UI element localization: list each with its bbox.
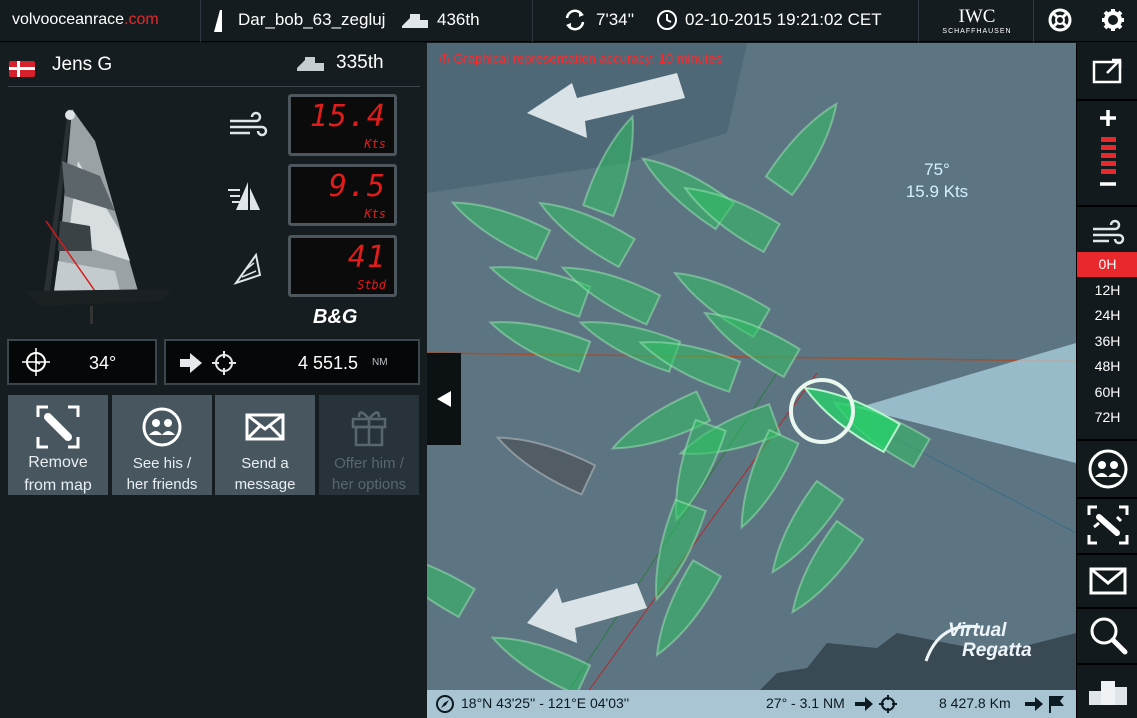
divider: [918, 0, 919, 42]
wind-speed-display: 15.4 Kts: [288, 94, 397, 156]
friends-icon: [142, 407, 182, 447]
timeline-48h[interactable]: 48H: [1077, 354, 1137, 379]
wind-icon: [226, 109, 270, 145]
game-datetime: 02-10-2015 19:21:02 CET: [685, 10, 882, 29]
timeline-60h[interactable]: 60H: [1077, 380, 1137, 405]
gift-icon: [351, 411, 387, 447]
plus-icon: [1100, 110, 1116, 126]
podium-icon: [400, 0, 430, 42]
external-link-icon: [1092, 58, 1122, 84]
divider: [1077, 663, 1137, 665]
divider: [1077, 497, 1137, 499]
wind-toggle-button[interactable]: [1077, 219, 1137, 249]
wind-readout: 75° 15.9 Kts: [897, 159, 977, 203]
boat-name: Dar_bob_63_zegluj: [238, 10, 386, 29]
center-boat-button[interactable]: [1077, 503, 1137, 547]
player-rank: 436th: [437, 10, 480, 29]
timeline-0h[interactable]: 0H: [1077, 252, 1137, 277]
heading-box: 34°: [7, 339, 157, 385]
virtual-regatta-logo: Virtual Regatta: [920, 621, 1032, 662]
sail-angle-display: 41 Stbd: [288, 235, 397, 297]
distance-box: 4 551.5 NM: [164, 339, 420, 385]
minus-icon: [1100, 182, 1116, 186]
help-lifebuoy-icon[interactable]: [1047, 0, 1073, 42]
player-name: Jens G: [52, 54, 113, 75]
wind-speed: 15.9 Kts: [905, 182, 969, 201]
refresh-countdown: 7'34'': [596, 10, 635, 29]
arrow-target-icon: [854, 693, 902, 718]
fullscreen-remove-icon: [36, 405, 80, 449]
search-icon: [1090, 617, 1128, 655]
divider: [1077, 439, 1137, 441]
denmark-flag-icon: [9, 61, 35, 77]
map-canvas: [427, 43, 1076, 693]
send-message-button[interactable]: Send a message: [215, 395, 315, 495]
divider: [1033, 0, 1034, 42]
map-toolbar: 0H 12H 24H 36H 48H 60H 72H: [1076, 43, 1137, 718]
collapse-panel-button[interactable]: [427, 353, 461, 445]
boat-image: [20, 101, 180, 326]
divider: [532, 0, 533, 42]
search-button[interactable]: [1077, 613, 1137, 657]
wind-angle: 75°: [924, 160, 950, 179]
leaderboard-button[interactable]: [1077, 671, 1137, 711]
divider: [8, 86, 420, 87]
remove-from-map-button[interactable]: Remove from map: [8, 395, 108, 495]
divider: [1077, 553, 1137, 555]
bg-instrument-logo: B&G: [313, 306, 358, 328]
cursor-coordinates: 18°N 43'25'' - 121°E 04'03'': [461, 695, 630, 711]
zoom-level-indicator: [1077, 135, 1137, 175]
compass-small-icon: [435, 694, 455, 717]
timeline-12h[interactable]: 12H: [1077, 278, 1137, 303]
settings-gear-icon[interactable]: [1100, 0, 1126, 42]
friends-icon: [1088, 449, 1128, 489]
distance-unit: NM: [372, 357, 388, 368]
arrow-flag-icon: [1024, 693, 1070, 718]
timeline-72h[interactable]: 72H: [1077, 405, 1137, 430]
envelope-icon: [245, 413, 285, 441]
podium-icon: [296, 54, 326, 79]
divider: [1077, 99, 1137, 101]
external-window-button[interactable]: [1077, 53, 1137, 89]
boat-speed-icon: [226, 180, 270, 216]
boat-sail-icon: [212, 0, 232, 42]
triangle-left-icon: [437, 391, 451, 407]
messages-button[interactable]: [1077, 561, 1137, 601]
divider: [200, 0, 201, 42]
refresh-icon[interactable]: [563, 0, 587, 42]
clock-icon: [656, 0, 680, 42]
divider: [1077, 607, 1137, 609]
race-map[interactable]: /!\ Graphical representation accuracy: 1…: [427, 43, 1076, 693]
top-bar: volvooceanrace.com Dar_bob_63_zegluj 436…: [0, 0, 1137, 42]
distance-value: 4 551.5: [298, 353, 359, 373]
arrow-target-icon: [178, 350, 238, 381]
player-panel: Jens G 335th 15.4 Kts 9.5 Kts 41 Stbd B&…: [0, 43, 427, 718]
friends-button[interactable]: [1077, 447, 1137, 491]
accuracy-warning: /!\ Graphical representation accuracy: 1…: [439, 51, 723, 66]
compass-icon: [21, 347, 51, 382]
see-friends-button[interactable]: See his / her friends: [112, 395, 212, 495]
center-boat-icon: [1087, 505, 1129, 545]
divider: [1077, 205, 1137, 207]
cursor-bearing: 27° - 3.1 NM: [766, 695, 845, 711]
distance-remaining: 8 427.8 Km: [939, 695, 1011, 711]
heading-value: 34°: [89, 353, 117, 373]
envelope-icon: [1089, 567, 1127, 595]
podium-icon: [1089, 681, 1127, 705]
offer-options-button: Offer him / her options: [319, 395, 419, 495]
zoom-in-button[interactable]: [1077, 105, 1137, 131]
timeline-36h[interactable]: 36H: [1077, 329, 1137, 354]
wind-icon: [1093, 219, 1125, 245]
boat-speed-display: 9.5 Kts: [288, 164, 397, 226]
sponsor-logo: IWC SCHAFFHAUSEN: [942, 6, 1012, 35]
map-status-bar: 18°N 43'25'' - 121°E 04'03'' 27° - 3.1 N…: [427, 690, 1076, 718]
zoom-out-button[interactable]: [1077, 173, 1137, 195]
sail-angle-icon: [226, 252, 270, 289]
brand-logo[interactable]: volvooceanrace.com: [12, 0, 159, 42]
timeline-24h[interactable]: 24H: [1077, 303, 1137, 328]
player-rank: 335th: [336, 52, 384, 73]
